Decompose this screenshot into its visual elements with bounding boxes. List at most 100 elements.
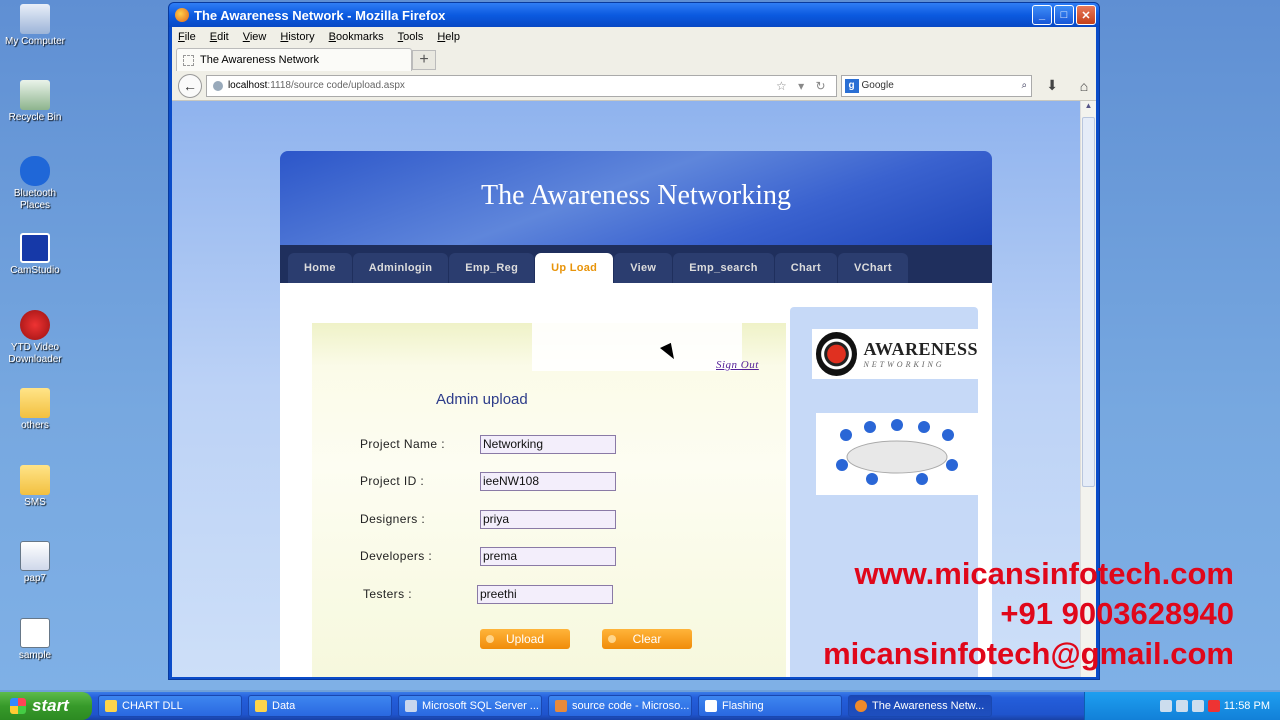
desktop-icon-sample[interactable]: sample bbox=[0, 618, 70, 662]
volume-icon[interactable] bbox=[1191, 700, 1204, 712]
windows-flag-icon bbox=[10, 698, 26, 714]
search-placeholder: Google bbox=[861, 80, 894, 91]
network-illustration bbox=[816, 413, 978, 495]
desktop-icon-sms[interactable]: SMS bbox=[0, 465, 70, 509]
browser-tab[interactable]: The Awareness Network bbox=[176, 48, 412, 71]
desktop-icon-label: pap7 bbox=[23, 573, 47, 584]
close-button[interactable]: ✕ bbox=[1076, 5, 1096, 25]
ytd-icon bbox=[20, 310, 50, 340]
word-document-icon bbox=[20, 541, 50, 571]
desktop-icon-bluetooth[interactable]: Bluetooth Places bbox=[0, 156, 70, 212]
task-label: Flashing bbox=[722, 700, 764, 712]
network-people-icon bbox=[836, 419, 958, 485]
field-label-developers: Developers : bbox=[360, 549, 433, 563]
camstudio-icon bbox=[20, 233, 50, 263]
field-label-designers: Designers : bbox=[360, 512, 426, 526]
start-button[interactable]: start bbox=[0, 692, 92, 720]
visual-studio-icon bbox=[555, 700, 567, 712]
desktop-icon-label: Bluetooth Places bbox=[13, 188, 57, 211]
navigation-bar: ← localhost :1118/source code/upload.asp… bbox=[172, 71, 1096, 101]
antivirus-icon[interactable] bbox=[1207, 700, 1220, 712]
desktop-icon-others[interactable]: others bbox=[0, 388, 70, 432]
firefox-icon bbox=[855, 700, 867, 712]
menu-tools[interactable]: Tools bbox=[398, 31, 424, 43]
designers-input[interactable]: priya bbox=[480, 510, 616, 529]
logo-orb-icon bbox=[816, 332, 858, 376]
desktop-icon-label: others bbox=[21, 420, 49, 431]
computer-icon bbox=[20, 4, 50, 34]
bluetooth-icon bbox=[20, 156, 50, 186]
task-source-code[interactable]: source code - Microso... bbox=[548, 695, 692, 717]
project-id-input[interactable]: ieeNW108 bbox=[480, 472, 616, 491]
tab-title: The Awareness Network bbox=[200, 54, 320, 66]
nav-tab-upload[interactable]: Up Load bbox=[535, 253, 614, 283]
task-data[interactable]: Data bbox=[248, 695, 392, 717]
testers-input[interactable]: preethi bbox=[477, 585, 613, 604]
system-tray: 11:58 PM bbox=[1084, 692, 1280, 720]
folder-icon bbox=[105, 700, 117, 712]
download-icon[interactable]: ⬇ bbox=[1040, 77, 1064, 94]
minimize-button[interactable]: _ bbox=[1032, 5, 1052, 25]
watermark-website: www.micansinfotech.com bbox=[854, 556, 1234, 591]
window-icon bbox=[705, 700, 717, 712]
url-tools-icons[interactable]: ☆ ▾ ↻ bbox=[776, 79, 830, 93]
nav-tab-chart[interactable]: Chart bbox=[774, 253, 837, 283]
folder-icon bbox=[20, 465, 50, 495]
menu-edit[interactable]: Edit bbox=[210, 31, 229, 43]
task-label: Microsoft SQL Server ... bbox=[422, 700, 539, 712]
developers-input[interactable]: prema bbox=[480, 547, 616, 566]
back-button[interactable]: ← bbox=[178, 73, 202, 98]
search-input[interactable]: g Google ⌕ bbox=[840, 74, 1033, 97]
menu-file[interactable]: File bbox=[178, 31, 196, 43]
desktop-icon-pap7[interactable]: pap7 bbox=[0, 541, 70, 585]
maximize-button[interactable]: □ bbox=[1054, 5, 1074, 25]
clear-button[interactable]: Clear bbox=[602, 629, 692, 649]
task-sql-server[interactable]: Microsoft SQL Server ... bbox=[398, 695, 542, 717]
field-label-testers: Testers : bbox=[363, 587, 412, 601]
form-title: Admin upload bbox=[436, 391, 528, 408]
new-tab-button[interactable]: + bbox=[412, 50, 436, 70]
desktop-icon-label: YTD Video Downloader bbox=[8, 342, 62, 365]
start-label: start bbox=[32, 696, 69, 715]
page-favicon-icon bbox=[183, 54, 194, 66]
nav-tab-emp-reg[interactable]: Emp_Reg bbox=[449, 253, 535, 283]
help-icon[interactable] bbox=[1159, 700, 1172, 712]
task-chart-dll[interactable]: CHART DLL bbox=[98, 695, 242, 717]
nav-tab-vchart[interactable]: VChart bbox=[837, 253, 908, 283]
desktop-icon-my-computer[interactable]: My Computer bbox=[0, 4, 70, 48]
url-bar[interactable]: localhost :1118/source code/upload.aspx … bbox=[205, 74, 837, 97]
scroll-up-icon[interactable]: ▲ bbox=[1081, 101, 1096, 115]
nav-tab-view[interactable]: View bbox=[614, 253, 673, 283]
clock[interactable]: 11:58 PM bbox=[1224, 700, 1270, 712]
folder-icon bbox=[255, 700, 267, 712]
desktop-icon-label: sample bbox=[18, 650, 52, 661]
upload-form: Sign Out Admin upload Project Name : Net… bbox=[312, 323, 786, 677]
field-label-project-name: Project Name : bbox=[360, 437, 445, 451]
folder-icon bbox=[20, 388, 50, 418]
menu-bookmarks[interactable]: Bookmarks bbox=[329, 31, 384, 43]
search-icon[interactable]: ⌕ bbox=[1022, 80, 1028, 91]
menu-history[interactable]: History bbox=[280, 31, 314, 43]
task-awareness-network[interactable]: The Awareness Netw... bbox=[848, 695, 992, 717]
desktop-icon-camstudio[interactable]: CamStudio bbox=[0, 233, 70, 277]
menu-help[interactable]: Help bbox=[437, 31, 460, 43]
nav-tab-emp-search[interactable]: Emp_search bbox=[673, 253, 774, 283]
site-nav: Home Adminlogin Emp_Reg Up Load View Emp… bbox=[280, 245, 992, 283]
upload-button[interactable]: Upload bbox=[480, 629, 570, 649]
network-icon[interactable] bbox=[1175, 700, 1188, 712]
task-flashing[interactable]: Flashing bbox=[698, 695, 842, 717]
project-name-input[interactable]: Networking bbox=[480, 435, 616, 454]
title-bar[interactable]: The Awareness Network - Mozilla Firefox … bbox=[169, 3, 1099, 27]
logo-tagline: NETWORKING bbox=[863, 360, 945, 369]
scrollbar-thumb[interactable] bbox=[1082, 117, 1095, 487]
sql-server-icon bbox=[405, 700, 417, 712]
nav-tab-home[interactable]: Home bbox=[288, 253, 352, 283]
nav-tab-adminlogin[interactable]: Adminlogin bbox=[352, 253, 449, 283]
desktop-icon-ytd[interactable]: YTD Video Downloader bbox=[0, 310, 70, 366]
google-icon[interactable]: g bbox=[844, 78, 859, 93]
sign-out-link[interactable]: Sign Out bbox=[716, 359, 759, 371]
menu-view[interactable]: View bbox=[243, 31, 267, 43]
desktop-icon-recycle-bin[interactable]: Recycle Bin bbox=[0, 80, 70, 124]
home-icon[interactable]: ⌂ bbox=[1072, 78, 1096, 94]
firefox-icon bbox=[175, 8, 189, 22]
